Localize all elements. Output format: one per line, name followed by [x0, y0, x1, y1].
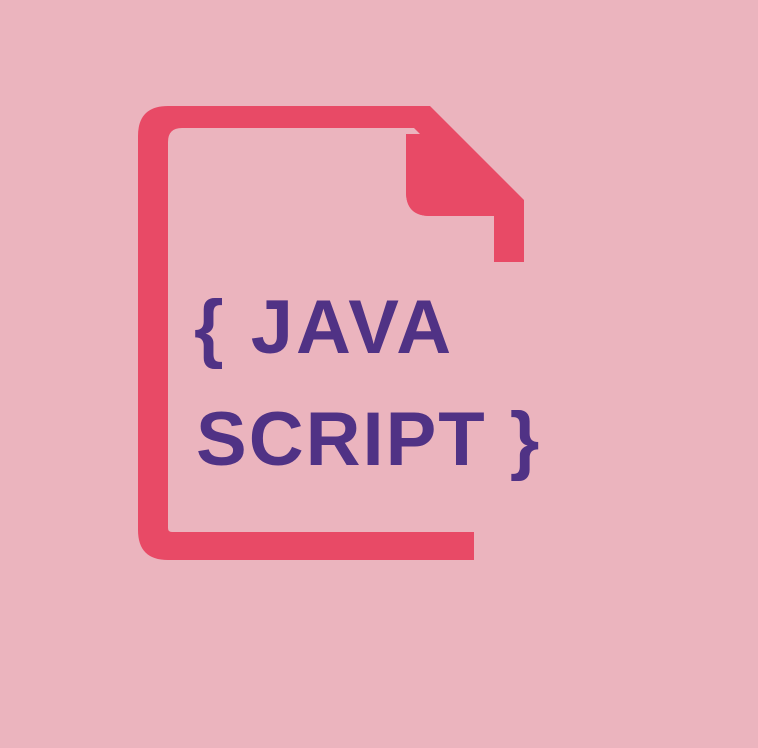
javascript-label-line-2: SCRIPT }	[196, 397, 542, 482]
javascript-label-line-1: { JAVA	[194, 285, 455, 370]
document-file-icon	[138, 106, 524, 560]
javascript-file-logo: { JAVA SCRIPT }	[0, 0, 758, 748]
